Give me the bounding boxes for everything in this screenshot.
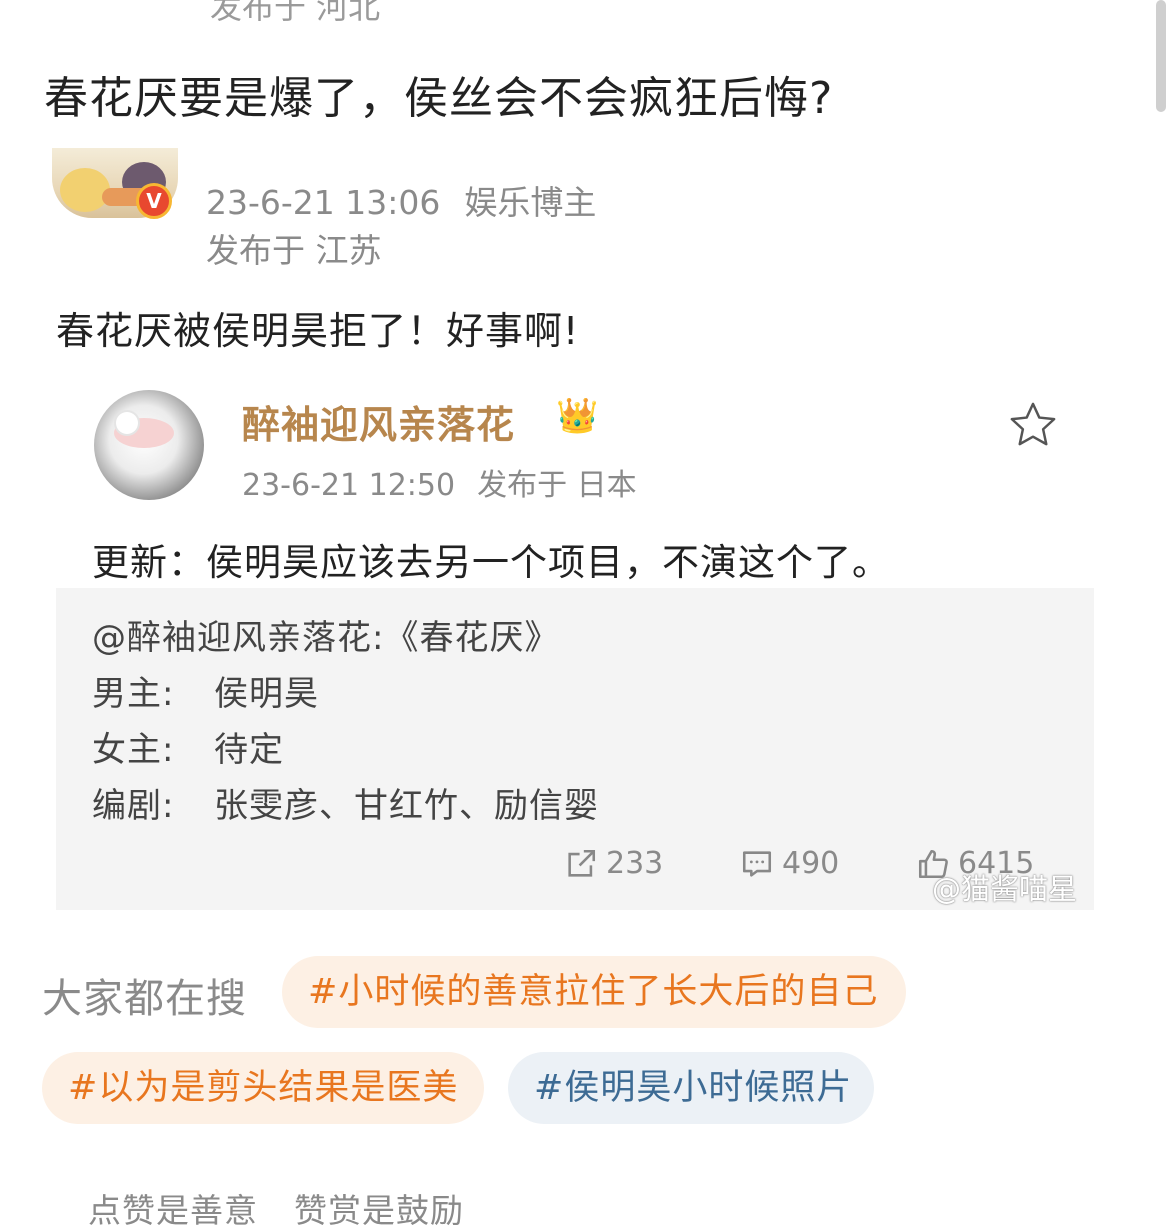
trending-tag[interactable]: #小时候的善意拉住了长大后的自己 bbox=[282, 956, 906, 1028]
repost-line: 编剧: 张雯彦、甘红竹、励信婴 bbox=[92, 778, 599, 827]
trending-tag[interactable]: #以为是剪头结果是医美 bbox=[42, 1052, 484, 1124]
comment-meta: 23-6-21 13:06 娱乐博主 bbox=[206, 176, 596, 224]
footer-left-text: 点赞是善意 bbox=[88, 1191, 258, 1230]
post-title: 春花厌要是爆了，侯丝会不会疯狂后悔? bbox=[44, 73, 834, 124]
comment-count: 490 bbox=[782, 846, 840, 881]
footer-note: 点赞是善意 赞赏是鼓励 bbox=[88, 1184, 464, 1232]
trending-tag[interactable]: #侯明昊小时候照片 bbox=[508, 1052, 874, 1124]
quoted-meta: 23-6-21 12:50 发布于 日本 bbox=[242, 460, 637, 504]
quoted-author-name[interactable]: 醉袖迎风亲落花 bbox=[242, 394, 515, 449]
repost-line-value: 侯明昊 bbox=[214, 674, 319, 714]
watermark: @猫酱喵星 bbox=[932, 872, 1078, 906]
repost-line-label: 女主: bbox=[92, 730, 175, 770]
quoted-datetime: 23-6-21 12:50 bbox=[242, 468, 456, 503]
repost-line-value: 张雯彦、甘红竹、励信婴 bbox=[214, 786, 599, 826]
verified-badge-icon: V bbox=[136, 183, 172, 219]
repost-line-label: 编剧: bbox=[92, 786, 175, 826]
quoted-location: 发布于 日本 bbox=[477, 468, 637, 503]
previous-location-text: 发布于 河北 bbox=[210, 0, 381, 26]
repost-title: @醉袖迎风亲落花:《春花厌》 bbox=[92, 618, 560, 658]
share-count: 233 bbox=[606, 846, 664, 881]
crown-icon: 👑 bbox=[556, 396, 599, 436]
trending-search-label: 大家都在搜 bbox=[42, 976, 247, 1022]
repost-line: 女主: 待定 bbox=[92, 722, 284, 771]
comment-location: 发布于 江苏 bbox=[206, 231, 382, 270]
scrollbar[interactable] bbox=[1156, 0, 1166, 112]
quoted-author-avatar[interactable] bbox=[94, 390, 204, 500]
star-icon[interactable] bbox=[1006, 398, 1060, 452]
share-button[interactable]: 233 bbox=[564, 846, 663, 881]
share-icon bbox=[568, 849, 596, 877]
repost-box[interactable]: @醉袖迎风亲落花:《春花厌》 男主: 侯明昊 女主: 待定 编剧: 张雯彦、甘红竹、励… bbox=[56, 588, 1094, 910]
repost-line: 男主: 侯明昊 bbox=[92, 666, 319, 715]
comment-icon bbox=[742, 850, 772, 877]
comment-button[interactable]: 490 bbox=[740, 846, 839, 881]
commenter-role: 娱乐博主 bbox=[464, 183, 597, 222]
quoted-text: 更新：侯明昊应该去另一个项目，不演这个了。 bbox=[92, 541, 890, 584]
repost-line-value: 待定 bbox=[214, 730, 284, 770]
comment-text: 春花厌被侯明昊拒了！好事啊! bbox=[56, 309, 580, 353]
footer-right-text: 赞赏是鼓励 bbox=[294, 1191, 464, 1230]
avatar-flower-shape bbox=[116, 412, 138, 434]
comment-datetime: 23-6-21 13:06 bbox=[206, 183, 441, 222]
repost-line-label: 男主: bbox=[92, 674, 175, 714]
avatar-pet-shape bbox=[60, 168, 110, 212]
